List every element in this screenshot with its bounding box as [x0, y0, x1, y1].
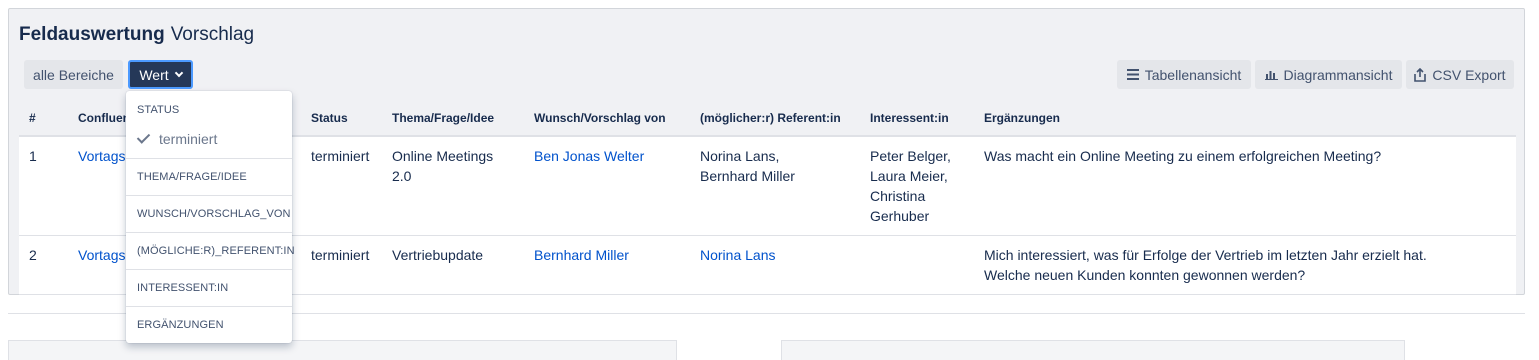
- dropdown-group-ergaenzungen[interactable]: ERGÄNZUNGEN: [126, 319, 292, 331]
- user-link[interactable]: Ben Jonas Welter: [534, 148, 644, 164]
- status-cell: terminiert: [311, 148, 370, 164]
- column-header-speaker[interactable]: (möglicher:r) Referent:in: [690, 100, 860, 137]
- note-line: Mich interessiert, was für Erfolge der V…: [984, 247, 1427, 263]
- topic-line: Online Meetings: [392, 148, 494, 164]
- column-header-requested-by[interactable]: Wunsch/Vorschlag von: [524, 100, 690, 137]
- bar-chart-icon: [1264, 69, 1278, 80]
- interested-cell: [860, 236, 974, 295]
- user-link[interactable]: Norina Lans,: [700, 146, 850, 166]
- user-link[interactable]: Gerhuber: [870, 206, 964, 226]
- dropdown-group-interessent[interactable]: INTERESSENT:IN: [126, 282, 292, 294]
- page-link[interactable]: Vortagsr: [78, 148, 130, 164]
- dropdown-divider: [126, 158, 292, 159]
- note-line: Welche neuen Kunden konnten gewonnen wer…: [984, 267, 1306, 283]
- requested-by-cell: Bernhard Miller: [524, 236, 690, 295]
- user-link[interactable]: Laura Meier,: [870, 166, 964, 186]
- page-title: Feldauswertung Vorschlag: [19, 24, 254, 46]
- speaker-cell: Norina Lans: [690, 236, 860, 295]
- dropdown-group-wunsch[interactable]: WUNSCH/VORSCHLAG_VON: [126, 208, 292, 220]
- column-header-num: #: [19, 100, 68, 137]
- check-icon: [136, 130, 151, 144]
- user-link[interactable]: Bernhard Miller: [700, 166, 850, 186]
- column-header-topic[interactable]: Thema/Frage/Idee: [382, 100, 524, 137]
- wert-dropdown-button[interactable]: Wert: [128, 60, 193, 89]
- notes-cell: Was macht ein Online Meeting zu einem er…: [974, 136, 1516, 236]
- user-link[interactable]: Norina Lans: [700, 247, 776, 263]
- column-header-notes[interactable]: Ergänzungen: [974, 100, 1516, 137]
- dropdown-item-terminiert[interactable]: terminiert: [136, 130, 218, 147]
- dropdown-divider: [126, 306, 292, 307]
- column-header-status[interactable]: Status: [301, 100, 382, 137]
- content-card: [8, 340, 677, 360]
- user-link[interactable]: Peter Belger,: [870, 146, 964, 166]
- all-areas-label: alle Bereiche: [33, 66, 114, 83]
- list-icon: [1126, 69, 1139, 80]
- dropdown-divider: [126, 232, 292, 233]
- speaker-cell: Norina Lans, Bernhard Miller: [690, 136, 860, 236]
- chart-view-button[interactable]: Diagrammansicht: [1255, 60, 1402, 89]
- chevron-down-icon: [174, 68, 183, 77]
- row-number: 1: [29, 148, 37, 164]
- topic-line: 2.0: [392, 168, 412, 184]
- dropdown-group-thema[interactable]: THEMA/FRAGE/IDEE: [126, 171, 292, 183]
- table-view-label: Tabellenansicht: [1144, 66, 1242, 83]
- csv-export-button[interactable]: CSV Export: [1406, 60, 1514, 89]
- interested-cell: Peter Belger, Laura Meier, Christina Gerhub…: [860, 136, 974, 236]
- export-icon: [1414, 67, 1427, 82]
- wert-dropdown-menu: STATUS terminiert THEMA/FRAGE/IDEE WUNSC…: [126, 91, 295, 343]
- requested-by-cell: Ben Jonas Welter: [524, 136, 690, 236]
- dropdown-group-status: STATUS: [137, 104, 180, 116]
- title-bold: Feldauswertung: [19, 24, 165, 45]
- table-view-button[interactable]: Tabellenansicht: [1117, 60, 1251, 89]
- row-number: 2: [29, 247, 37, 263]
- topic-cell: Vertriebupdate: [392, 247, 484, 263]
- wert-label: Wert: [139, 66, 169, 83]
- user-link[interactable]: Christina: [870, 186, 964, 206]
- note-line: Was macht ein Online Meeting zu einem er…: [984, 148, 1382, 164]
- dropdown-group-referent[interactable]: (MÖGLICHE:R)_REFERENT:IN: [126, 245, 295, 257]
- dropdown-divider: [126, 195, 292, 196]
- content-card: [781, 340, 1405, 360]
- csv-export-label: CSV Export: [1432, 66, 1506, 83]
- chart-view-label: Diagrammansicht: [1283, 66, 1393, 83]
- column-header-interested[interactable]: Interessent:in: [860, 100, 974, 137]
- dropdown-item-label: terminiert: [159, 131, 218, 147]
- topic-cell: Online Meetings 2.0: [382, 136, 524, 236]
- notes-cell: Mich interessiert, was für Erfolge der V…: [974, 236, 1516, 295]
- title-rest: Vorschlag: [170, 24, 255, 45]
- user-link[interactable]: Bernhard Miller: [534, 247, 629, 263]
- status-cell: terminiert: [311, 247, 370, 263]
- page-link[interactable]: Vortagsr: [78, 247, 130, 263]
- all-areas-button[interactable]: alle Bereiche: [24, 60, 123, 89]
- dropdown-divider: [126, 269, 292, 270]
